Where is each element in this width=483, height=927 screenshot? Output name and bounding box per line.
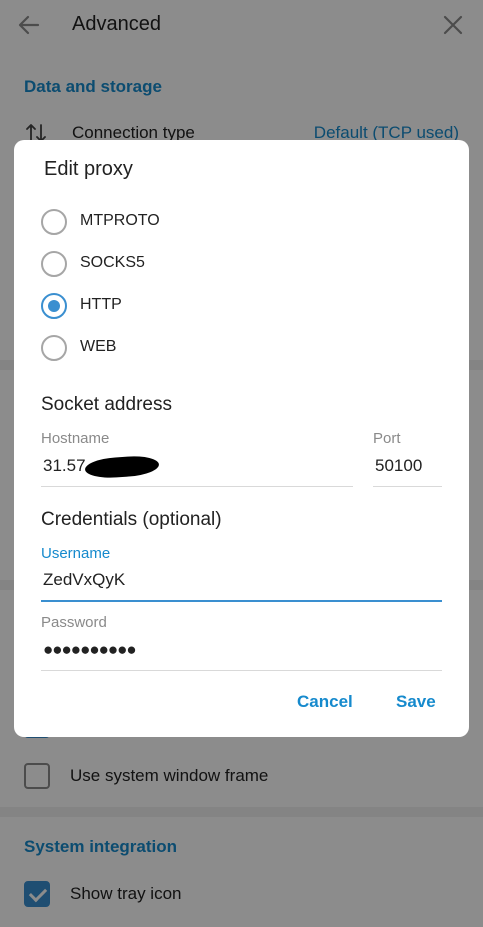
username-label: Username <box>41 545 111 562</box>
port-label: Port <box>373 430 401 447</box>
radio-label: SOCKS5 <box>80 254 145 271</box>
radio-label: MTPROTO <box>80 212 160 229</box>
password-input[interactable] <box>41 637 442 671</box>
dialog-title: Edit proxy <box>44 158 133 180</box>
radio-button-selected[interactable] <box>41 293 67 319</box>
radio-label: WEB <box>80 338 117 355</box>
socket-address-title: Socket address <box>41 394 172 415</box>
cancel-button[interactable]: Cancel <box>297 692 353 712</box>
credentials-title: Credentials (optional) <box>41 509 222 530</box>
username-input[interactable] <box>41 568 442 602</box>
save-button[interactable]: Save <box>396 692 436 712</box>
port-input[interactable] <box>373 453 442 487</box>
radio-web[interactable]: WEB <box>41 333 341 363</box>
edit-proxy-dialog: Edit proxy MTPROTO SOCKS5 HTTP WEB Socke… <box>14 140 469 737</box>
radio-button[interactable] <box>41 251 67 277</box>
radio-button[interactable] <box>41 209 67 235</box>
radio-button[interactable] <box>41 335 67 361</box>
hostname-label: Hostname <box>41 430 110 447</box>
password-label: Password <box>41 614 107 631</box>
radio-mtproto[interactable]: MTPROTO <box>41 207 341 237</box>
radio-label: HTTP <box>80 296 122 313</box>
radio-http[interactable]: HTTP <box>41 291 341 321</box>
radio-socks5[interactable]: SOCKS5 <box>41 249 341 279</box>
